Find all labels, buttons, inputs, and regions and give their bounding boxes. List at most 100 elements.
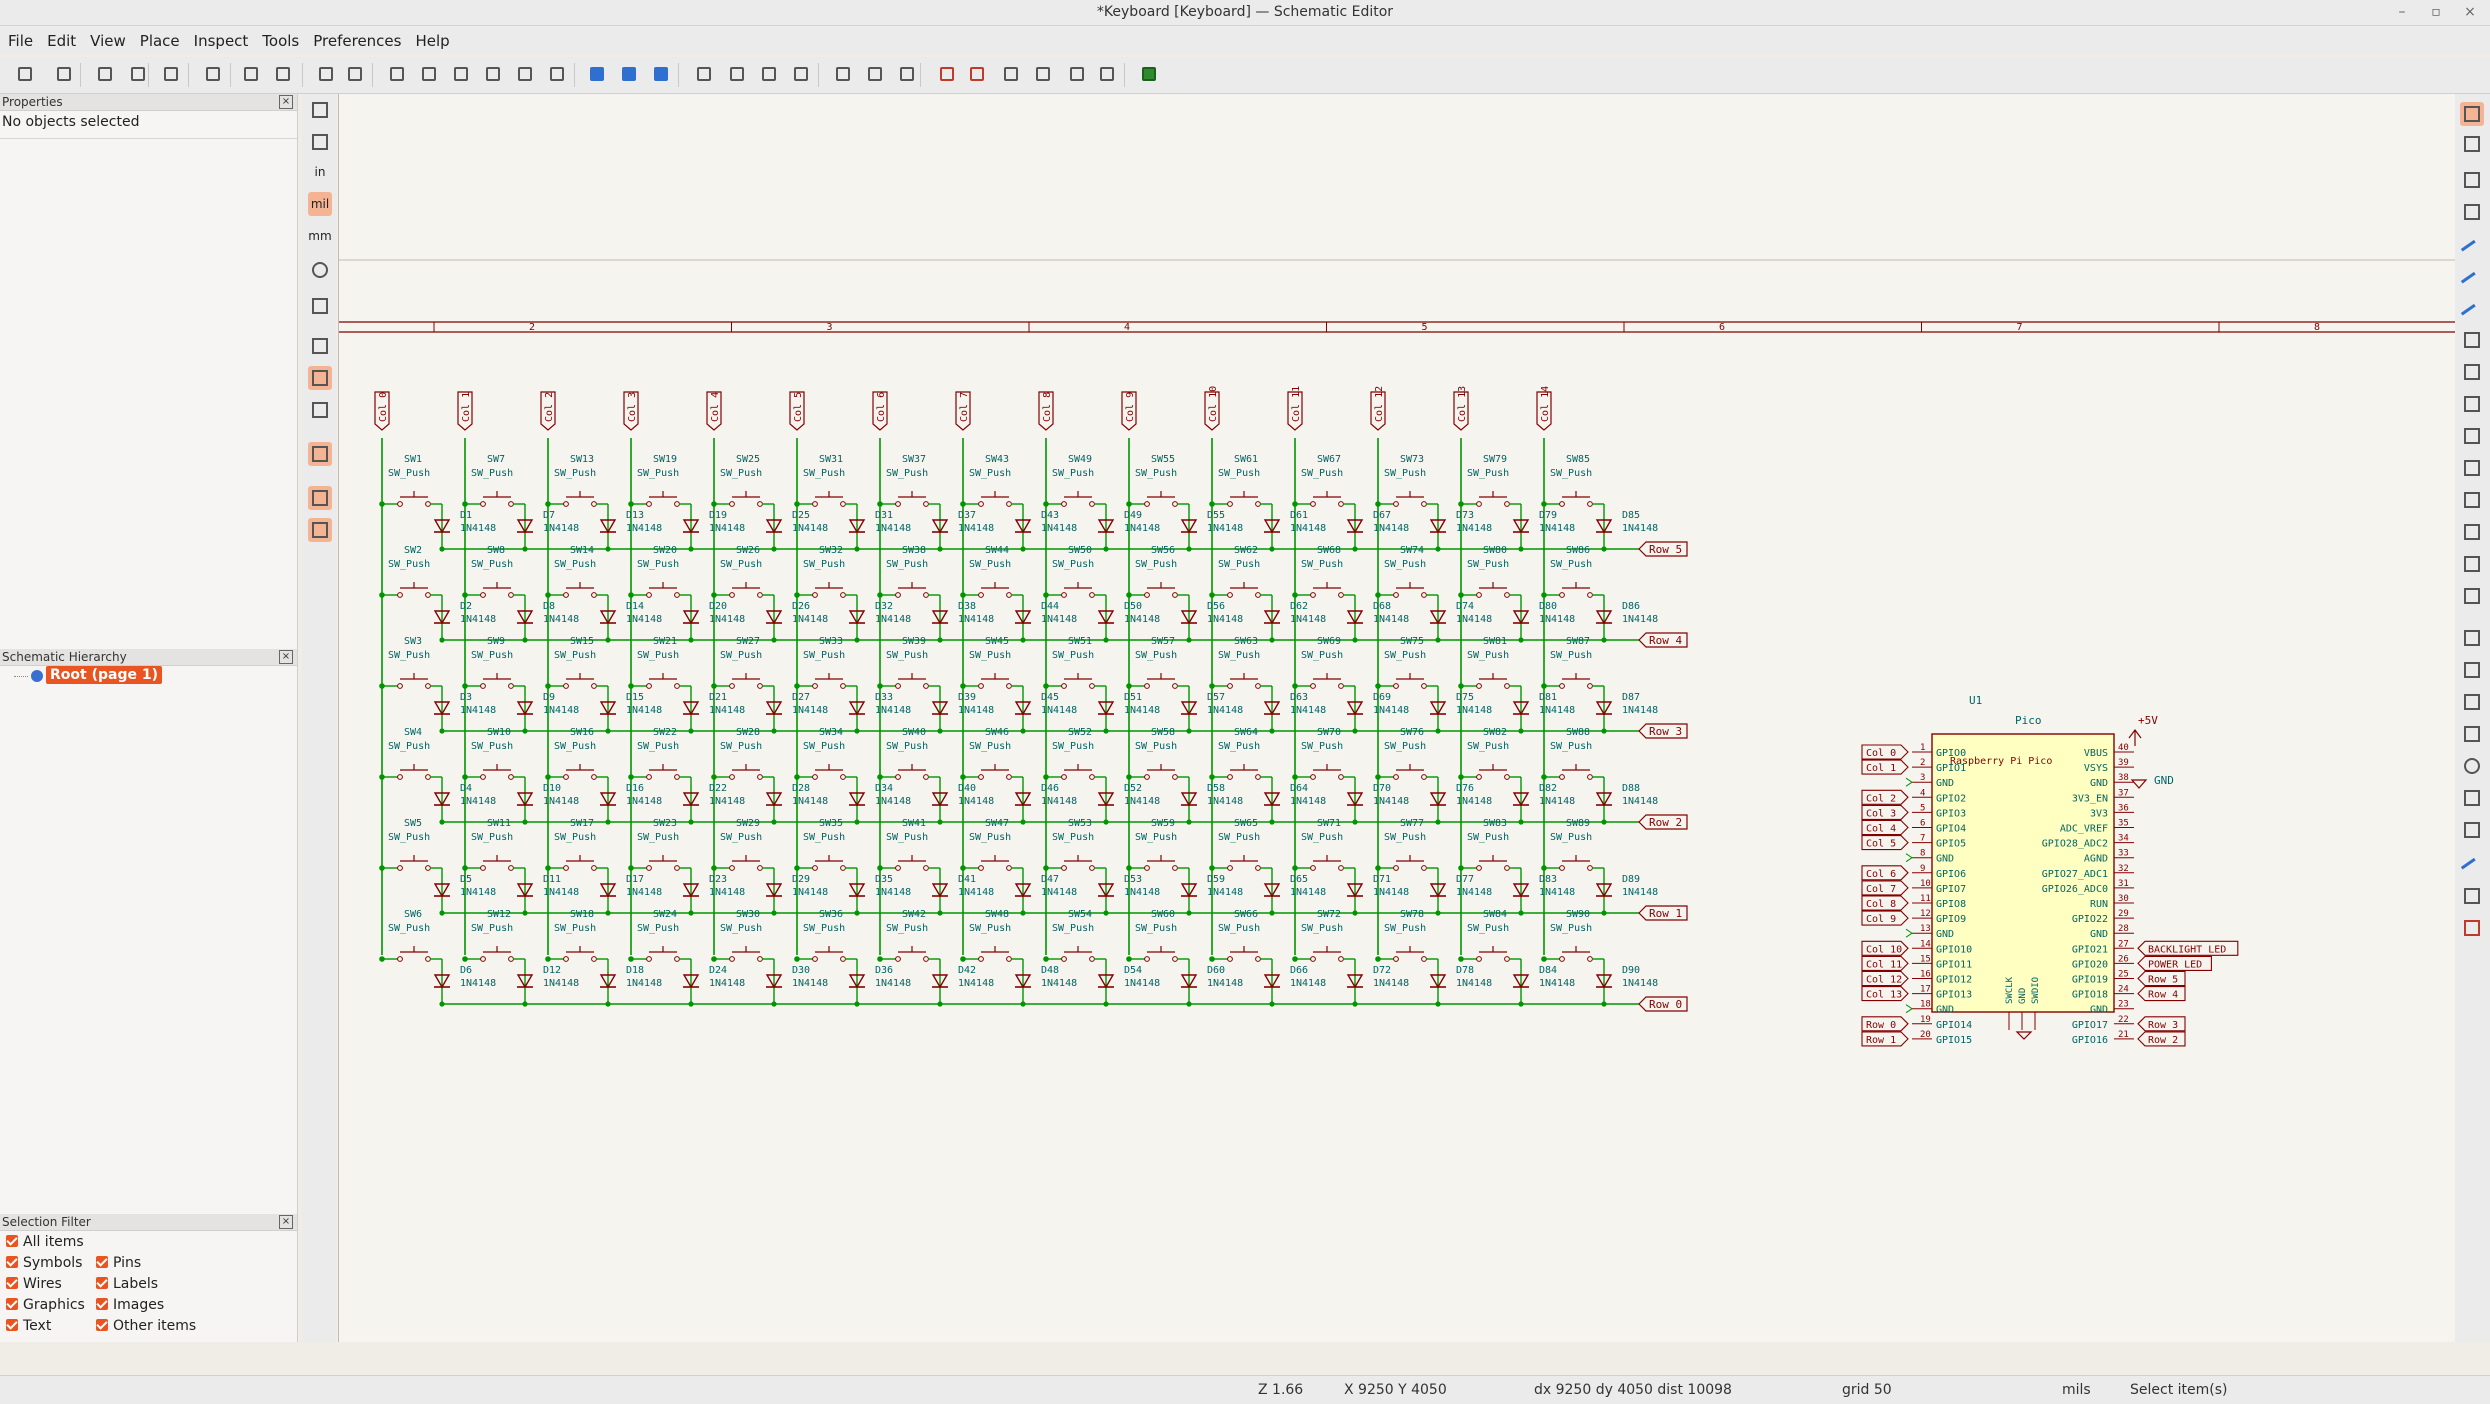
checkbox-icon[interactable] [96, 1256, 108, 1268]
select-icon[interactable] [2460, 102, 2484, 126]
import-sheet-pin-icon[interactable] [2460, 584, 2484, 608]
close-filter-icon[interactable]: × [279, 1215, 293, 1229]
bom-icon[interactable] [1000, 63, 1022, 85]
net-class-icon[interactable] [2460, 424, 2484, 448]
menu-file[interactable]: File [0, 26, 40, 50]
hierarchy-panel-icon[interactable] [308, 486, 332, 510]
menu-edit[interactable]: Edit [40, 26, 83, 50]
line-icon[interactable] [2460, 850, 2484, 881]
checkbox-icon[interactable] [96, 1298, 108, 1310]
line-angle-icon[interactable] [308, 334, 332, 358]
schematic-setup-icon[interactable] [53, 63, 75, 85]
filter-other-items[interactable]: Other items [96, 1318, 196, 1334]
hierarchy-root-item[interactable]: Root (page 1) [46, 666, 162, 684]
checkbox-icon[interactable] [96, 1319, 108, 1331]
textbox-icon[interactable] [2460, 658, 2484, 682]
schematic-drawing[interactable]: 2 3 4 5 6 7 8Col 0 Col 1 Col 2 Col 3 Col 4 Col 5 Col… [339, 94, 2470, 1342]
netlist-icon[interactable] [1032, 63, 1054, 85]
line-mode-45-icon[interactable] [308, 366, 332, 390]
simulator-icon[interactable] [1096, 63, 1118, 85]
sheet-icon[interactable] [2460, 552, 2484, 576]
image-icon[interactable] [2460, 884, 2484, 908]
checkbox-icon[interactable] [6, 1298, 18, 1310]
rotate-ccw-icon[interactable] [693, 63, 715, 85]
checkbox-icon[interactable] [96, 1277, 108, 1289]
unit-mm-button[interactable]: mm [308, 224, 332, 248]
print-icon[interactable] [127, 63, 149, 85]
erc-icon[interactable] [936, 63, 958, 85]
add-power-icon[interactable] [2460, 200, 2484, 224]
mirror-v-icon[interactable] [758, 63, 780, 85]
filter-wires[interactable]: Wires [6, 1276, 62, 1292]
wire-entry-icon[interactable] [2460, 296, 2484, 327]
zoom-tool-icon[interactable] [546, 63, 568, 85]
filter-images[interactable]: Images [96, 1297, 164, 1313]
hier-label-icon[interactable] [2460, 520, 2484, 544]
line-mode-free-icon[interactable] [308, 398, 332, 422]
refresh-icon[interactable] [386, 63, 408, 85]
rectangle-icon[interactable] [2460, 722, 2484, 746]
annotate-icon[interactable] [896, 63, 918, 85]
global-label-icon[interactable] [2460, 488, 2484, 512]
mirror-h-icon[interactable] [790, 63, 812, 85]
filter-pins[interactable]: Pins [96, 1255, 141, 1271]
find-icon[interactable] [315, 63, 337, 85]
filter-labels[interactable]: Labels [96, 1276, 158, 1292]
pcb-editor-icon[interactable] [1138, 63, 1160, 85]
undo-icon[interactable] [240, 63, 262, 85]
zoom-fit-icon[interactable] [482, 63, 504, 85]
symbol-library-icon[interactable] [864, 63, 886, 85]
add-wire-icon[interactable] [2460, 232, 2484, 263]
plot-icon[interactable] [160, 63, 182, 85]
filter-all-items[interactable]: All items [6, 1234, 84, 1250]
add-bus-icon[interactable] [2460, 264, 2484, 295]
cursor-style-icon[interactable] [308, 258, 332, 282]
checkbox-icon[interactable] [6, 1319, 18, 1331]
close-properties-icon[interactable]: × [279, 95, 293, 109]
text-icon[interactable] [2460, 626, 2484, 650]
highlight-net-icon[interactable] [2460, 132, 2484, 156]
navigate-up-icon[interactable] [618, 63, 640, 85]
close-hierarchy-icon[interactable]: × [279, 650, 293, 664]
arc-icon[interactable] [2460, 786, 2484, 810]
save-icon[interactable] [14, 63, 36, 85]
grid-icon[interactable] [308, 98, 332, 122]
filter-graphics[interactable]: Graphics [6, 1297, 85, 1313]
menu-tools[interactable]: Tools [255, 26, 306, 50]
unit-inches-button[interactable]: in [308, 160, 332, 184]
no-connect-icon[interactable] [2460, 328, 2484, 352]
schematic-canvas[interactable]: 2 3 4 5 6 7 8 Col 0 Col 1 Col 2 Col 3 Col 4 Col 5 Col… [338, 94, 2470, 1342]
zoom-objects-icon[interactable] [514, 63, 536, 85]
delete-icon[interactable] [2460, 916, 2484, 940]
unit-mils-button[interactable]: mil [308, 192, 332, 216]
zoom-in-icon[interactable] [418, 63, 440, 85]
filter-symbols[interactable]: Symbols [6, 1255, 82, 1271]
circle-icon[interactable] [2460, 754, 2484, 778]
table-icon[interactable] [2460, 690, 2484, 714]
grid-overrides-icon[interactable] [308, 130, 332, 154]
maximize-icon[interactable]: ▫ [2426, 4, 2446, 20]
checkbox-icon[interactable] [6, 1277, 18, 1289]
symbol-fields-icon[interactable] [966, 63, 988, 85]
hidden-pins-icon[interactable] [308, 294, 332, 318]
navigate-forward-icon[interactable] [650, 63, 672, 85]
checkbox-icon[interactable] [6, 1235, 18, 1247]
rule-area-icon[interactable] [2460, 456, 2484, 480]
menu-place[interactable]: Place [133, 26, 187, 50]
find-replace-icon[interactable] [344, 63, 366, 85]
net-label-icon[interactable] [2460, 392, 2484, 416]
redo-icon[interactable] [272, 63, 294, 85]
close-icon[interactable]: × [2460, 4, 2480, 20]
filter-text[interactable]: Text [6, 1318, 51, 1334]
menu-inspect[interactable]: Inspect [187, 26, 256, 50]
bezier-icon[interactable] [2460, 818, 2484, 842]
minimize-icon[interactable]: – [2392, 4, 2412, 20]
navigate-back-icon[interactable] [586, 63, 608, 85]
menu-view[interactable]: View [83, 26, 133, 50]
junction-icon[interactable] [2460, 360, 2484, 384]
add-symbol-icon[interactable] [2460, 168, 2484, 192]
checkbox-icon[interactable] [6, 1256, 18, 1268]
zoom-out-icon[interactable] [450, 63, 472, 85]
rotate-cw-icon[interactable] [726, 63, 748, 85]
menu-help[interactable]: Help [408, 26, 456, 50]
